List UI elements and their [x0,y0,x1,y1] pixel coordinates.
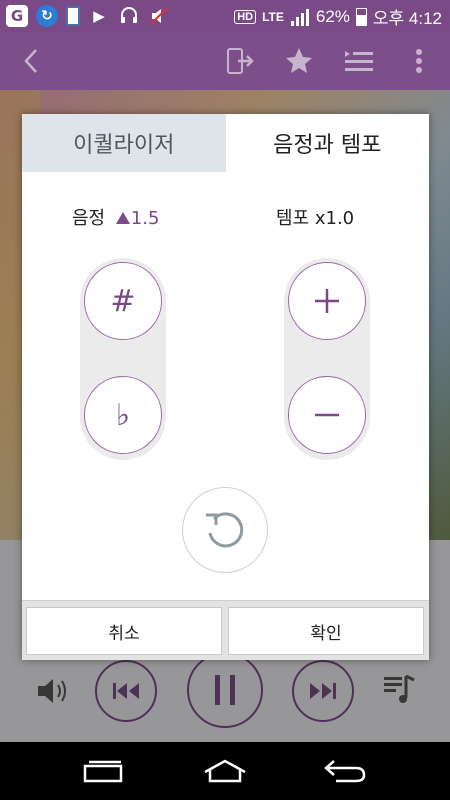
tempo-up-button[interactable] [288,262,366,340]
sharp-icon: # [110,283,136,319]
tempo-down-button[interactable] [288,376,366,454]
sync-notification-icon: ↻ [36,5,58,27]
reset-button[interactable] [182,487,268,573]
tempo-label: 템포 x1.0 [276,208,355,229]
pitch-value: 1.5 [115,208,160,229]
flat-icon: ♭ [115,397,131,433]
pitch-label: 음정 [72,208,106,229]
tab-equalizer[interactable]: 이퀄라이저 [22,114,226,172]
hd-voice-badge: HD [234,9,257,24]
back-nav-icon[interactable] [322,756,368,786]
reset-icon [206,512,244,548]
output-device-icon[interactable] [222,44,256,78]
more-options-icon[interactable] [402,44,436,78]
minus-icon [315,413,339,417]
star-icon[interactable] [282,44,316,78]
device-notification-icon [66,6,80,26]
home-icon[interactable] [202,756,248,786]
confirm-button[interactable]: 확인 [228,607,424,655]
battery-icon [355,7,367,26]
app-bar [0,32,450,90]
plus-icon [315,289,339,313]
pitch-tempo-dialog: 이퀄라이저 음정과 템포 음정 1.5 템포 x1.0 # ♭ 취소 확인 [22,114,429,660]
battery-percent: 62% [315,6,350,26]
pitch-label-row: 음정 1.5 [72,204,160,230]
tab-pitch-tempo[interactable]: 음정과 템포 [225,114,429,172]
recent-apps-icon[interactable] [80,756,126,786]
dialog-tabs: 이퀄라이저 음정과 템포 [22,114,429,172]
cancel-button[interactable]: 취소 [26,607,222,655]
play-notification-icon: ▶ [93,7,105,25]
pitch-down-button[interactable]: ♭ [84,376,162,454]
back-icon[interactable] [14,44,48,78]
playlist-icon[interactable] [342,44,376,78]
system-nav-bar [0,742,450,800]
tempo-control-track [284,258,370,460]
status-bar: G ↻ ▶ HD LTE 62% 오후 4:12 [0,0,450,32]
dialog-footer: 취소 확인 [22,600,429,660]
pitch-up-button[interactable]: # [84,262,162,340]
app-notification-icon: G [6,5,28,27]
network-type: LTE [262,9,284,24]
mute-icon [148,5,170,27]
pitch-up-triangle-icon [115,212,130,224]
clock: 오후 4:12 [372,9,442,28]
signal-icon [290,8,309,26]
headset-icon [118,5,140,27]
pitch-control-track: # ♭ [80,258,166,460]
